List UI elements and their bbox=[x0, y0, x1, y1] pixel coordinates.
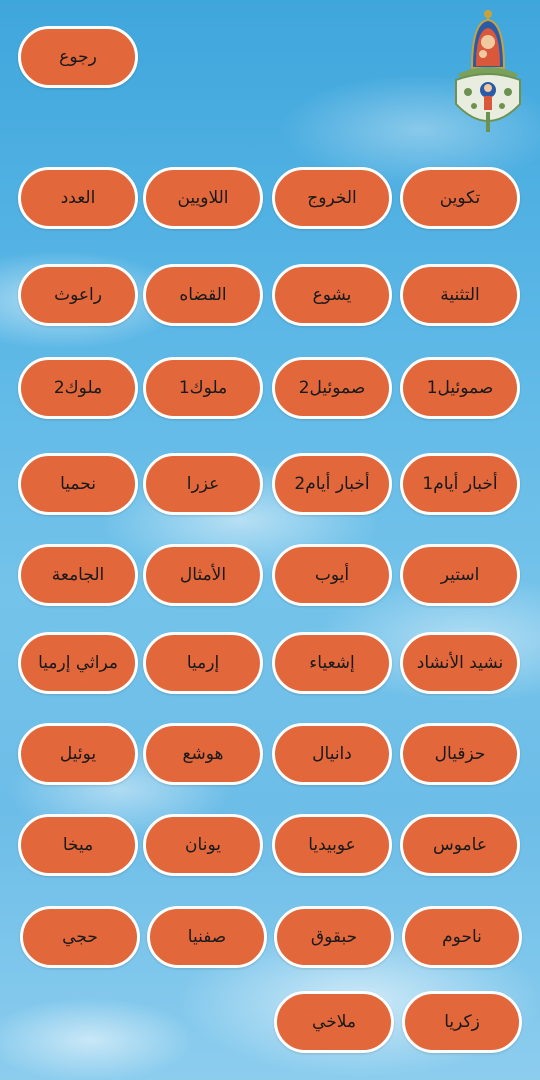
book-button[interactable]: ملاخي bbox=[274, 991, 394, 1053]
book-button[interactable]: راعوث bbox=[18, 264, 138, 326]
book-button[interactable]: نحميا bbox=[18, 453, 138, 515]
book-button[interactable]: ملوك1 bbox=[143, 357, 263, 419]
book-button[interactable]: الجامعة bbox=[18, 544, 138, 606]
book-button[interactable]: نشيد الأنشاد bbox=[400, 632, 520, 694]
book-button[interactable]: عاموس bbox=[400, 814, 520, 876]
book-button[interactable]: صموئيل1 bbox=[400, 357, 520, 419]
book-button[interactable]: عزرا bbox=[143, 453, 263, 515]
book-button[interactable]: أخبار أيام2 bbox=[272, 453, 392, 515]
book-button[interactable]: استير bbox=[400, 544, 520, 606]
book-button[interactable]: عوبيديا bbox=[272, 814, 392, 876]
book-button[interactable]: اللاويين bbox=[143, 167, 263, 229]
book-button[interactable]: حجي bbox=[20, 906, 140, 968]
book-button[interactable]: ميخا bbox=[18, 814, 138, 876]
back-button[interactable]: رجوع bbox=[18, 26, 138, 88]
book-button[interactable]: حزقيال bbox=[400, 723, 520, 785]
book-button[interactable]: يوئيل bbox=[18, 723, 138, 785]
book-button[interactable]: أخبار أيام1 bbox=[400, 453, 520, 515]
book-button[interactable]: تكوين bbox=[400, 167, 520, 229]
book-button[interactable]: هوشع bbox=[143, 723, 263, 785]
book-button[interactable]: القضاه bbox=[143, 264, 263, 326]
book-button[interactable]: ناحوم bbox=[402, 906, 522, 968]
book-button[interactable]: زكريا bbox=[402, 991, 522, 1053]
book-button[interactable]: العدد bbox=[18, 167, 138, 229]
book-button[interactable]: إشعياء bbox=[272, 632, 392, 694]
book-button[interactable]: يشوع bbox=[272, 264, 392, 326]
book-button[interactable]: مراثي إرميا bbox=[18, 632, 138, 694]
book-button[interactable]: صفنيا bbox=[147, 906, 267, 968]
book-button[interactable]: الخروج bbox=[272, 167, 392, 229]
book-button[interactable]: ملوك2 bbox=[18, 357, 138, 419]
book-button[interactable]: حبقوق bbox=[274, 906, 394, 968]
book-button[interactable]: إرميا bbox=[143, 632, 263, 694]
book-button[interactable]: الأمثال bbox=[143, 544, 263, 606]
book-button[interactable]: التثنية bbox=[400, 264, 520, 326]
book-button[interactable]: أيوب bbox=[272, 544, 392, 606]
church-logo-icon bbox=[452, 8, 524, 136]
book-button[interactable]: دانيال bbox=[272, 723, 392, 785]
book-button[interactable]: صموئيل2 bbox=[272, 357, 392, 419]
book-button[interactable]: يونان bbox=[143, 814, 263, 876]
